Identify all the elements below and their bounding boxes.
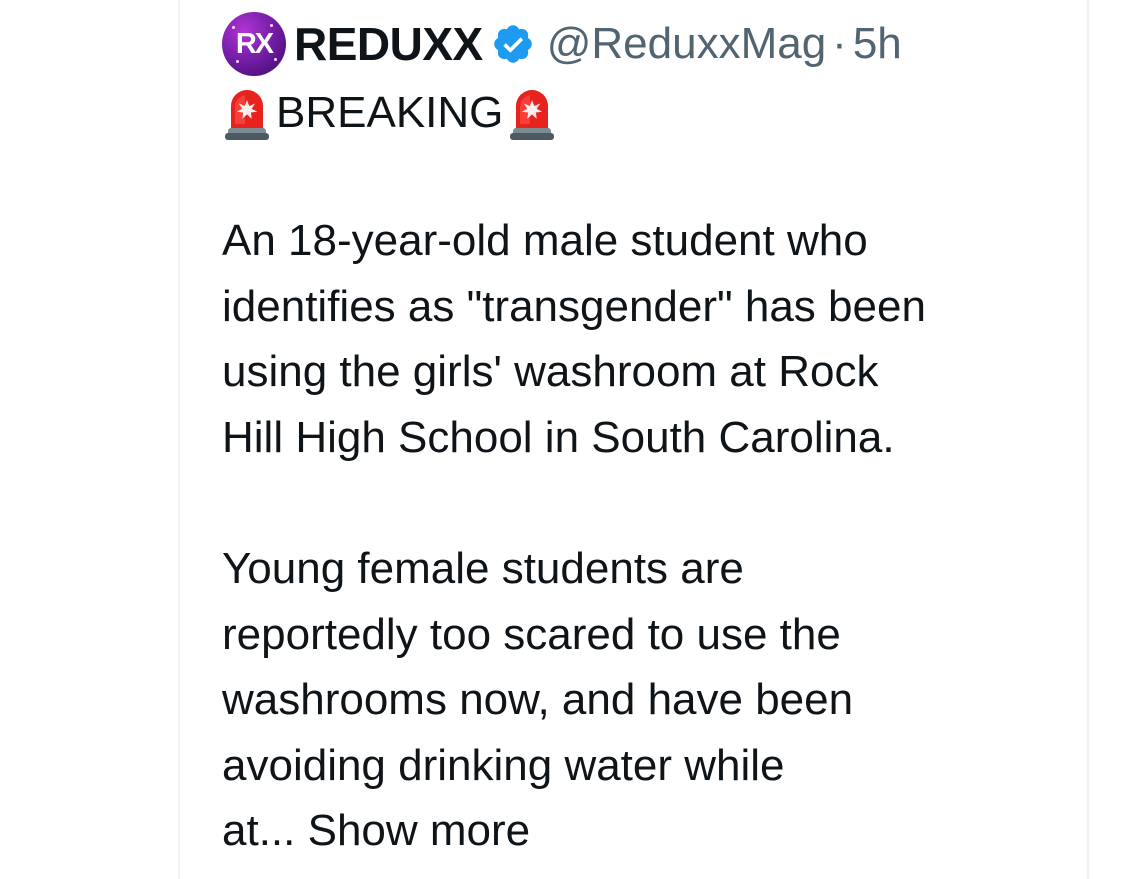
text-line: identifies as "transgender" has been [222, 281, 926, 331]
tweet-header: RX REDUXX @ReduxxMag · 5h [222, 12, 1072, 76]
display-name[interactable]: REDUXX [294, 17, 483, 71]
tweet-screenshot: RX REDUXX @ReduxxMag · 5h BREAKING An 18… [0, 0, 1125, 879]
text-line: Hill High School in South Carolina. [222, 412, 895, 462]
paragraph-2: Young female students are reportedly too… [222, 536, 1072, 864]
tweet-text: BREAKING An 18-year-old male student who… [222, 80, 1072, 864]
verified-badge-icon [493, 25, 532, 63]
siren-icon [510, 90, 555, 140]
tweet[interactable]: RX REDUXX @ReduxxMag · 5h BREAKING An 18… [222, 12, 1072, 864]
text-line: washrooms now, and have been [222, 675, 854, 724]
text-line-last: at... Show more [222, 798, 1072, 864]
user-handle[interactable]: @ReduxxMag [547, 19, 826, 69]
tweet-timestamp[interactable]: 5h [853, 19, 902, 69]
show-more-link[interactable]: Show more [308, 806, 531, 855]
paragraph-1: An 18-year-old male student who identifi… [222, 208, 1072, 470]
avatar-monogram: RX [235, 27, 274, 60]
separator-dot: · [832, 19, 847, 68]
siren-icon [225, 90, 269, 140]
timeline-left-border [178, 0, 180, 879]
avatar[interactable]: RX [222, 12, 286, 76]
breaking-label: BREAKING [276, 88, 504, 137]
timeline-right-border [1087, 0, 1089, 879]
text-line: reportedly too scared to use the [222, 609, 841, 659]
text-line: An 18-year-old male student who [222, 216, 868, 265]
text-line: Young female students are [222, 544, 744, 593]
text-line: using the girls' washroom at Rock [222, 347, 879, 396]
truncated-text: at... [222, 806, 296, 855]
breaking-line: BREAKING [222, 80, 1072, 146]
text-line: avoiding drinking water while [222, 740, 785, 790]
